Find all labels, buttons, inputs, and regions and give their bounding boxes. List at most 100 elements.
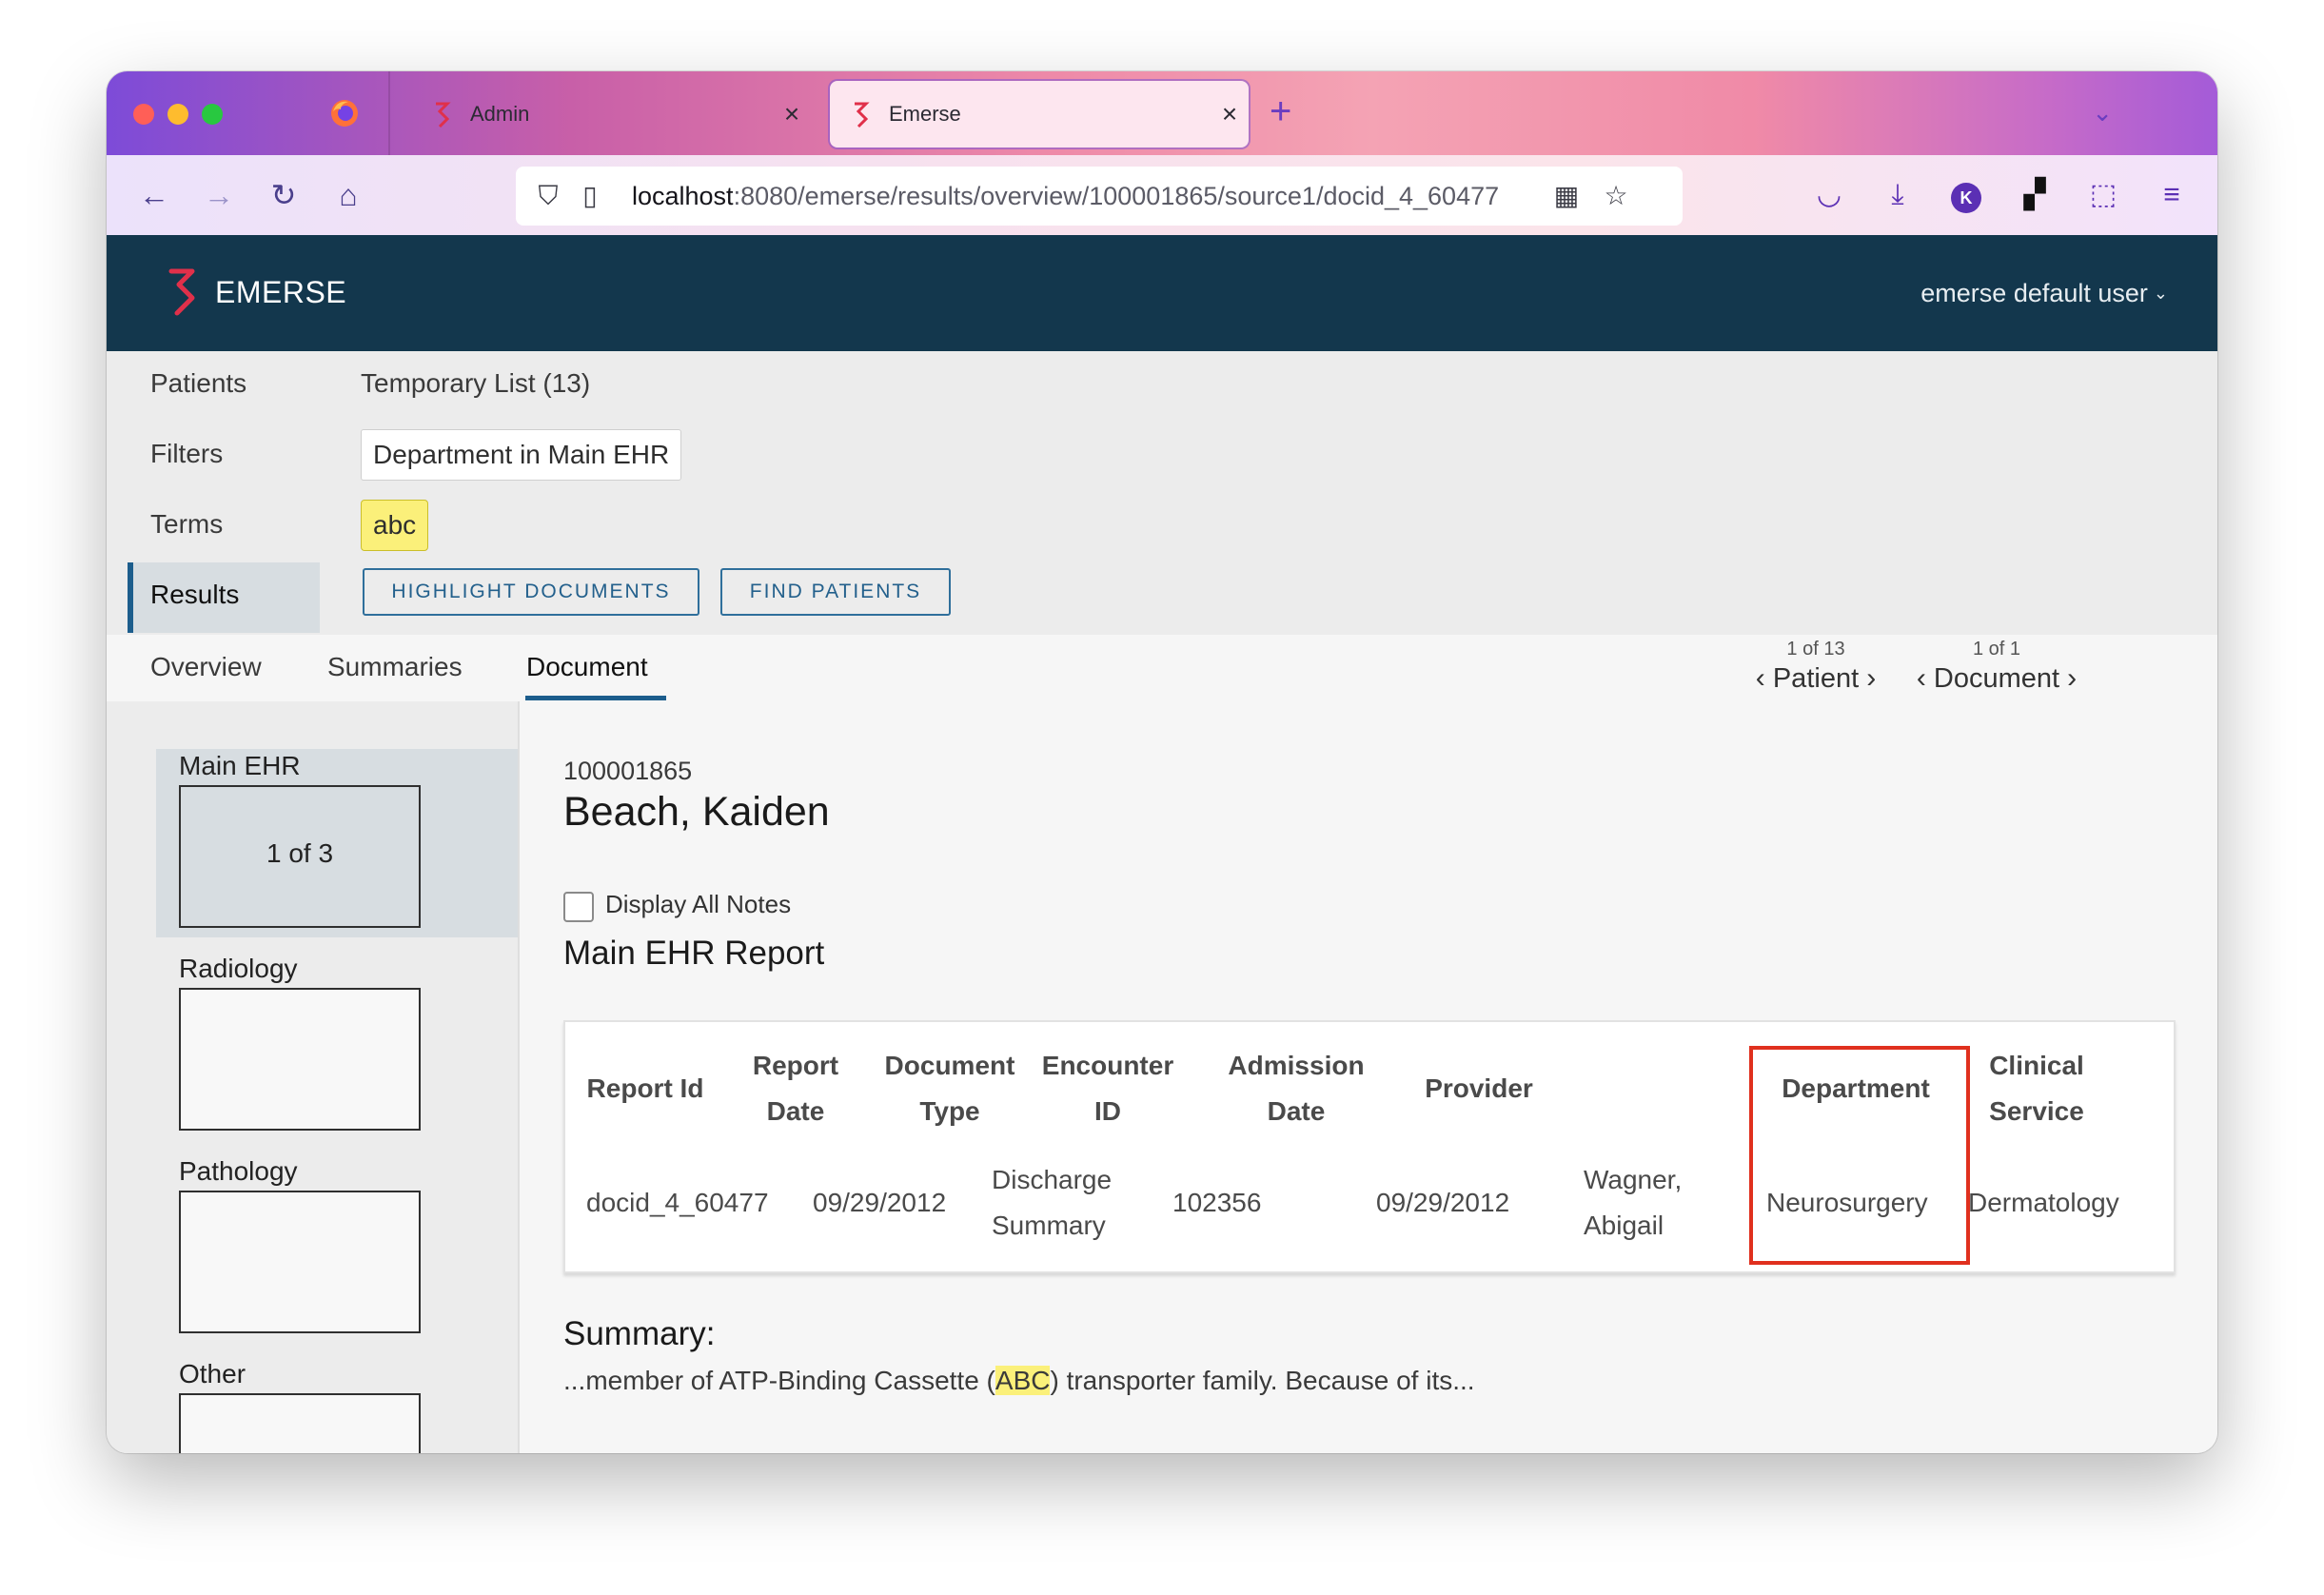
results-subtabs: Overview Summaries Document 1 of 13 ‹ Pa… bbox=[107, 635, 2217, 703]
url-bar[interactable]: ⛉ ▯ localhost:8080/emerse/results/overvi… bbox=[516, 167, 1683, 226]
tab-admin[interactable]: Admin × bbox=[411, 81, 811, 148]
summary-title: Summary: bbox=[563, 1315, 716, 1352]
url-text[interactable]: localhost:8080/emerse/results/overview/1… bbox=[632, 182, 1536, 211]
close-icon[interactable]: × bbox=[1211, 99, 1249, 129]
hamburger-menu-icon[interactable]: ≡ bbox=[2153, 176, 2191, 214]
patient-mrn: 100001865 bbox=[563, 757, 693, 785]
source-card-main-ehr[interactable]: 1 of 3 bbox=[179, 785, 421, 928]
back-arrow-icon[interactable]: ← bbox=[135, 176, 173, 214]
new-tab-button[interactable]: + bbox=[1270, 92, 1291, 130]
tab-strip: Admin × Emerse × + ⌄ bbox=[107, 71, 2217, 155]
source-list: Main EHR 1 of 3 Radiology Pathology Othe… bbox=[107, 701, 520, 1453]
patient-pager-label: Patient bbox=[1772, 663, 1860, 694]
emerse-tab-icon bbox=[436, 102, 451, 128]
chevron-right-icon[interactable]: › bbox=[2067, 662, 2077, 694]
criteria-row-results[interactable]: Results HIGHLIGHT DOCUMENTS FIND PATIENT… bbox=[107, 562, 2217, 633]
tab-admin-title: Admin bbox=[470, 102, 530, 126]
term-chip[interactable]: abc bbox=[361, 500, 429, 551]
chevron-down-icon[interactable]: ⌄ bbox=[2092, 98, 2113, 128]
search-criteria-panel: Patients Temporary List (13) Filters Dep… bbox=[107, 351, 2217, 635]
url-path: :8080/emerse/results/overview/100001865/… bbox=[733, 181, 1500, 210]
document-pager-label: Document bbox=[1933, 663, 2060, 694]
tab-emerse[interactable]: Emerse × bbox=[830, 81, 1249, 148]
highlight-documents-button[interactable]: HIGHLIGHT DOCUMENTS bbox=[363, 568, 699, 616]
tab-summaries[interactable]: Summaries bbox=[327, 652, 463, 682]
patient-name: Beach, Kaiden bbox=[563, 789, 830, 835]
qr-code-icon[interactable]: ▦ bbox=[1547, 177, 1585, 215]
display-all-notes-checkbox[interactable] bbox=[563, 892, 594, 922]
emerse-tab-icon bbox=[855, 102, 870, 128]
zoom-window-button[interactable] bbox=[202, 104, 223, 125]
cell-clinical-service: Dermatology bbox=[1968, 1188, 2119, 1217]
firefox-icon[interactable] bbox=[329, 98, 360, 128]
source-card-radiology[interactable] bbox=[179, 988, 421, 1131]
chevron-down-icon: ⌄ bbox=[2153, 284, 2168, 303]
download-icon[interactable]: ⤓ bbox=[1879, 176, 1917, 214]
pocket-icon[interactable]: ◡ bbox=[1810, 176, 1848, 214]
filter-chip[interactable]: Department in Main EHR bbox=[361, 429, 682, 481]
filters-label: Filters bbox=[150, 439, 224, 468]
patient-count: 1 of 13 bbox=[1786, 639, 1845, 660]
display-all-notes-label[interactable]: Display All Notes bbox=[605, 890, 791, 919]
source-label-other[interactable]: Other bbox=[179, 1359, 246, 1389]
column-header-admission-date: Admission Date bbox=[1228, 1051, 1365, 1126]
criteria-row-filters[interactable]: Filters Department in Main EHR bbox=[107, 422, 2217, 488]
tab-separator bbox=[388, 71, 390, 155]
cell-document-type: Discharge Summary bbox=[992, 1165, 1113, 1240]
column-header-provider: Provider bbox=[1425, 1073, 1533, 1103]
report-title: Main EHR Report bbox=[563, 935, 825, 972]
criteria-row-patients[interactable]: Patients Temporary List (13) bbox=[107, 351, 2217, 418]
bookmark-star-icon[interactable]: ☆ bbox=[1597, 177, 1635, 215]
home-icon[interactable]: ⌂ bbox=[329, 176, 367, 214]
source-count: 1 of 3 bbox=[266, 838, 334, 868]
patients-value[interactable]: Temporary List (13) bbox=[361, 368, 590, 399]
cell-admission-date: 09/29/2012 bbox=[1376, 1188, 1510, 1217]
chevron-left-icon[interactable]: ‹ bbox=[1917, 662, 1926, 694]
nav-bar: ← → ↻ ⌂ ⛉ ▯ localhost:8080/emerse/result… bbox=[107, 155, 2217, 235]
cell-report-id: docid_4_60477 bbox=[586, 1188, 769, 1217]
tab-document[interactable]: Document bbox=[526, 652, 648, 682]
document-view: 100001865 Beach, Kaiden Display All Note… bbox=[520, 701, 2217, 1453]
cell-provider: Wagner, Abigail bbox=[1584, 1165, 1683, 1240]
source-card-pathology[interactable] bbox=[179, 1191, 421, 1333]
source-label-main-ehr[interactable]: Main EHR bbox=[179, 751, 301, 781]
minimize-window-button[interactable] bbox=[167, 104, 188, 125]
document-count: 1 of 1 bbox=[1972, 639, 2021, 660]
source-label-pathology[interactable]: Pathology bbox=[179, 1156, 298, 1187]
emerse-logo-icon bbox=[168, 268, 195, 316]
terms-label: Terms bbox=[150, 509, 224, 539]
url-host: localhost bbox=[632, 181, 734, 210]
tab-emerse-title: Emerse bbox=[889, 102, 961, 126]
shield-icon[interactable]: ⛉ bbox=[529, 177, 567, 215]
extensions-icon[interactable]: ⬚ bbox=[2084, 176, 2122, 214]
forward-arrow-icon[interactable]: → bbox=[200, 176, 238, 214]
document-pager: 1 of 1 ‹ Document › bbox=[1901, 635, 2092, 695]
close-icon[interactable]: × bbox=[773, 99, 811, 129]
source-card-other[interactable] bbox=[179, 1393, 421, 1453]
reload-icon[interactable]: ↻ bbox=[265, 176, 303, 214]
find-patients-button[interactable]: FIND PATIENTS bbox=[720, 568, 951, 616]
chevron-left-icon[interactable]: ‹ bbox=[1756, 662, 1765, 694]
column-header-report-id: Report Id bbox=[586, 1073, 704, 1103]
user-menu[interactable]: emerse default user ⌄ bbox=[1920, 279, 2168, 308]
active-tab-underline bbox=[525, 696, 666, 700]
chevron-right-icon[interactable]: › bbox=[1866, 662, 1876, 694]
column-header-document-type: Document Type bbox=[884, 1051, 1015, 1126]
account-avatar-icon[interactable]: K bbox=[1947, 176, 1985, 214]
browser-window: Admin × Emerse × + ⌄ ← → ↻ ⌂ ⛉ ▯ localho… bbox=[107, 71, 2217, 1453]
apps-grid-icon[interactable]: ▞ bbox=[2016, 176, 2054, 214]
cell-report-date: 09/29/2012 bbox=[813, 1188, 947, 1217]
patients-label: Patients bbox=[150, 368, 247, 398]
close-window-button[interactable] bbox=[133, 104, 154, 125]
tab-overview[interactable]: Overview bbox=[150, 652, 262, 682]
report-metadata-table: Report Id Report Date Document Type Encoun… bbox=[563, 1020, 2176, 1273]
source-label-radiology[interactable]: Radiology bbox=[179, 954, 298, 984]
column-header-report-date: Report Date bbox=[752, 1051, 839, 1126]
patient-pager: 1 of 13 ‹ Patient › bbox=[1740, 635, 1892, 695]
results-label: Results bbox=[150, 580, 240, 609]
cell-encounter-id: 102356 bbox=[1172, 1188, 1262, 1217]
page-icon[interactable]: ▯ bbox=[571, 177, 609, 215]
criteria-row-terms[interactable]: Terms abc bbox=[107, 492, 2217, 559]
user-name: emerse default user bbox=[1920, 279, 2148, 307]
app-header: EMERSE emerse default user ⌄ bbox=[107, 235, 2217, 351]
